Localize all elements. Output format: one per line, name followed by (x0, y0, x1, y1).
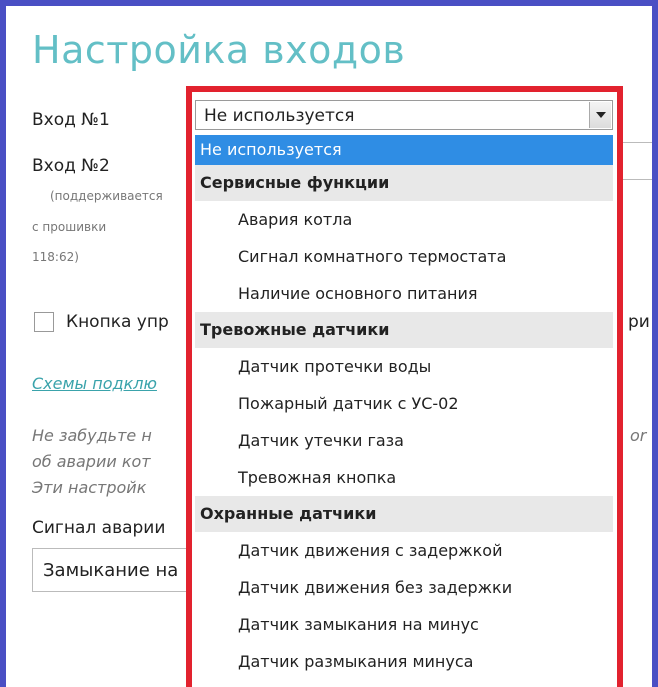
dropdown-option[interactable]: Тревожная кнопка (195, 459, 613, 496)
dropdown-arrow-button[interactable] (589, 102, 611, 128)
dropdown-option[interactable]: Сигнал комнатного термостата (195, 238, 613, 275)
dropdown-option[interactable]: Авария котла (195, 201, 613, 238)
highlight-box: Не используется Не используется Сервисные… (186, 86, 623, 687)
control-button-checkbox[interactable] (34, 312, 54, 332)
input2-label: Вход №2 (32, 156, 110, 176)
hint-line-2: об аварии кот (32, 452, 151, 471)
wiring-diagrams-link[interactable]: Схемы подклю (32, 374, 157, 393)
input1-select[interactable]: Не используется (195, 100, 613, 130)
hint-line-1: Не забудьте н (32, 426, 152, 445)
dropdown-option[interactable]: Датчик движения с задержкой (195, 532, 613, 569)
dropdown-option[interactable]: Наличие основного питания (195, 275, 613, 312)
dropdown-option[interactable]: Датчик замыкания на минус (195, 606, 613, 643)
input1-select-value: Не используется (204, 106, 355, 126)
chevron-down-icon (596, 112, 606, 118)
dropdown-option[interactable]: Датчик протечки воды (195, 348, 613, 385)
dropdown-list: Не используется Сервисные функции Авария к… (195, 135, 613, 680)
dropdown-group-header: Сервисные функции (195, 165, 613, 201)
dropdown-option[interactable]: Датчик утечки газа (195, 422, 613, 459)
hint-line-3: Эти настройк (32, 478, 147, 497)
page-title: Настройка входов (32, 28, 406, 72)
dropdown-option[interactable]: Датчик движения без задержки (195, 569, 613, 606)
control-button-label-tail: ри (628, 312, 650, 332)
control-button-label: Кнопка упр (66, 312, 169, 332)
dropdown-option[interactable]: Датчик размыкания минуса (195, 643, 613, 680)
input2-select[interactable] (618, 142, 652, 180)
firmware-note-2: с прошивки (32, 220, 107, 234)
dropdown-group-header: Охранные датчики (195, 496, 613, 532)
firmware-note-1: (поддерживается (50, 189, 163, 203)
input1-label: Вход №1 (32, 110, 110, 130)
hint-line-1-tail: or (630, 426, 647, 445)
alarm-signal-label: Сигнал аварии (32, 518, 166, 538)
firmware-note-3: 118:62) (32, 250, 79, 264)
dropdown-option[interactable]: Пожарный датчик с УС-02 (195, 385, 613, 422)
dropdown-option[interactable]: Не используется (195, 135, 613, 165)
dropdown-group-header: Тревожные датчики (195, 312, 613, 348)
